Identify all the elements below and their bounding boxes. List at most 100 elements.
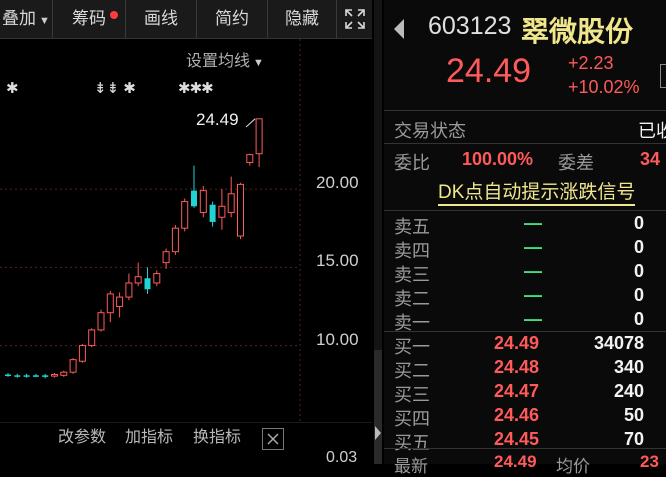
order-row[interactable]: 卖五 —0: [384, 212, 666, 237]
candle-body[interactable]: [191, 190, 197, 207]
stock-name[interactable]: 翠微股份: [521, 10, 633, 50]
latest-label: 最新: [394, 457, 428, 476]
chart-toolbar: 叠加 ▼ 筹码 画线 简约 隐藏: [0, 0, 372, 39]
panel-divider[interactable]: [374, 0, 382, 464]
ratio-value: 100.00%: [462, 149, 534, 169]
order-price: —: [524, 309, 542, 329]
order-volume: 0: [633, 261, 644, 281]
price-change-pct: +10.02%: [568, 77, 640, 97]
price-change: +2.23: [568, 53, 614, 73]
price-axis-label: 15.00: [316, 251, 359, 270]
order-price: 24.48: [494, 357, 540, 377]
order-price: 24.46: [494, 405, 540, 425]
candle-body[interactable]: [51, 374, 58, 377]
candle-body[interactable]: [5, 374, 11, 377]
divider: [384, 448, 666, 449]
candle-body[interactable]: [237, 183, 244, 237]
quote-panel: 603123 翠微股份 24.49 +2.23 +10.02% 交易状态 已收 …: [384, 0, 666, 476]
order-price: —: [524, 237, 542, 257]
order-row[interactable]: 卖二 —0: [384, 284, 666, 309]
signal-link[interactable]: DK点自动提示涨跌信号: [438, 182, 636, 206]
add-indicator-button[interactable]: 加指标: [125, 423, 173, 453]
status-value: 已收: [638, 121, 666, 141]
ratio-label: 委比: [394, 153, 430, 173]
expand-arrow-icon[interactable]: [374, 425, 382, 441]
candle-body[interactable]: [227, 193, 235, 214]
candle-body[interactable]: [14, 375, 21, 377]
simple-mode-label: 简约: [215, 9, 249, 28]
scroll-thumb[interactable]: [374, 350, 382, 464]
order-price: —: [524, 213, 542, 233]
order-row[interactable]: 买三 24.47 240: [384, 380, 666, 405]
ratio-diff-value: 34: [640, 149, 661, 169]
candle-body[interactable]: [97, 312, 105, 331]
candle-body[interactable]: [78, 345, 86, 362]
indicator-axis-label: 0.03: [326, 449, 358, 466]
divider: [384, 110, 666, 111]
prev-stock-icon[interactable]: [392, 18, 406, 40]
indicator-bar: 改参数 加指标 换指标: [0, 423, 292, 453]
candle-body[interactable]: [181, 201, 189, 229]
order-price: —: [524, 261, 542, 281]
candle-body[interactable]: [134, 276, 142, 284]
chevron-down-icon: ▼: [39, 15, 50, 27]
candle-body[interactable]: [199, 190, 207, 214]
divider: [384, 143, 666, 144]
kline-chart[interactable]: 设置均线 ▼ ✱ ⇟⇟ ✱ ✱✱✱ 24.49 20.00 15.00 10.00…: [0, 39, 372, 466]
candle-body[interactable]: [116, 296, 124, 307]
candle-body[interactable]: [246, 154, 254, 163]
order-volume: 70: [623, 429, 644, 449]
notification-dot-icon: [110, 11, 118, 19]
more-box[interactable]: [660, 64, 666, 88]
candle-body[interactable]: [32, 375, 39, 377]
candle-body[interactable]: [153, 273, 161, 284]
order-row[interactable]: 买二 24.48 340: [384, 356, 666, 381]
candle-body[interactable]: [69, 359, 77, 373]
hide-label: 隐藏: [285, 9, 319, 28]
price-axis-label: 10.00: [316, 330, 359, 349]
order-row[interactable]: 卖四 —0: [384, 236, 666, 261]
overlay-label: 叠加: [2, 9, 37, 28]
avg-label: 均价: [556, 457, 590, 476]
candle-body[interactable]: [218, 205, 226, 218]
order-price: —: [524, 285, 542, 305]
candle-body[interactable]: [162, 251, 170, 264]
stock-code: 603123: [428, 12, 512, 40]
candle-body[interactable]: [88, 329, 96, 347]
candle-body[interactable]: [209, 204, 216, 222]
candle-body[interactable]: [171, 227, 179, 253]
chips-button[interactable]: 筹码: [53, 0, 126, 38]
candle-body[interactable]: [144, 278, 151, 290]
candle-body[interactable]: [42, 375, 49, 377]
order-volume: 34078: [593, 333, 644, 353]
overlay-button[interactable]: 叠加 ▼: [0, 0, 53, 38]
latest-value: 24.49: [494, 452, 537, 471]
candle-body[interactable]: [255, 118, 263, 155]
change-params-button[interactable]: 改参数: [58, 423, 106, 453]
order-row[interactable]: 买一 24.49 34078: [384, 332, 666, 357]
order-row[interactable]: 卖一 —0: [384, 308, 666, 333]
candle-body[interactable]: [23, 375, 30, 377]
divider: [384, 210, 666, 211]
order-price: 24.47: [494, 381, 540, 401]
order-price: 24.49: [494, 333, 540, 353]
draw-line-button[interactable]: 画线: [126, 0, 197, 38]
order-volume: 50: [623, 405, 644, 425]
order-row[interactable]: 卖三 —0: [384, 260, 666, 285]
hide-button[interactable]: 隐藏: [268, 0, 337, 38]
order-volume: 240: [613, 381, 644, 401]
fullscreen-button[interactable]: [337, 0, 372, 38]
candle-body[interactable]: [125, 282, 133, 298]
simple-mode-button[interactable]: 简约: [197, 0, 268, 38]
draw-line-label: 画线: [144, 9, 178, 28]
close-indicator-button[interactable]: [262, 428, 284, 450]
order-volume: 0: [633, 213, 644, 233]
chips-label: 筹码: [72, 9, 106, 28]
order-row[interactable]: 买四 24.46 50: [384, 404, 666, 429]
order-price: 24.45: [494, 429, 540, 449]
candle-body[interactable]: [106, 293, 114, 314]
order-volume: 0: [633, 237, 644, 257]
candle-body[interactable]: [60, 371, 68, 376]
close-icon: [267, 433, 279, 445]
change-indicator-button[interactable]: 换指标: [193, 423, 241, 453]
